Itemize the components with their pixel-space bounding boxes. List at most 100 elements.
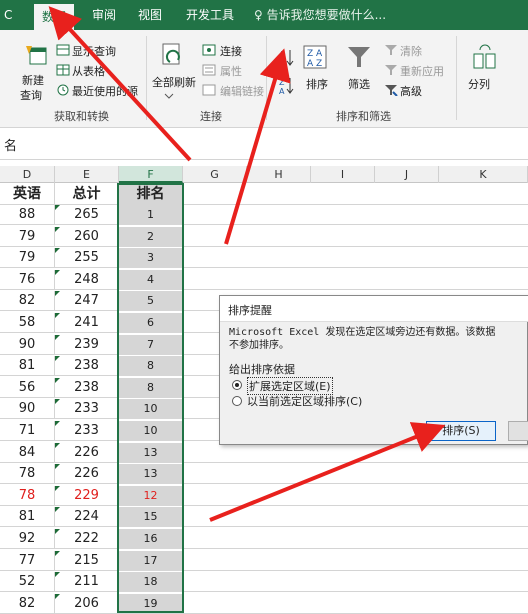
cell-english[interactable]: 78 <box>0 485 55 506</box>
column-header-e[interactable]: E <box>55 166 119 183</box>
edit-links-button[interactable]: 编辑链接 <box>220 83 264 99</box>
cell-rank[interactable]: 16 <box>119 529 183 549</box>
cell-rank[interactable]: 8 <box>119 356 183 377</box>
cell-rank[interactable]: 15 <box>119 507 183 528</box>
cell-rank[interactable]: 6 <box>119 313 183 333</box>
error-indicator-icon <box>55 572 60 578</box>
cell-rank[interactable]: 4 <box>119 269 183 290</box>
column-header-k[interactable]: K <box>439 166 528 183</box>
cell-rank[interactable]: 3 <box>119 248 183 269</box>
filter-button[interactable]: 筛选 <box>348 76 370 92</box>
cell-english[interactable]: 82 <box>0 593 55 614</box>
text-to-columns-button[interactable]: 分列 <box>468 76 490 92</box>
clear-button[interactable]: 清除 <box>400 43 422 59</box>
show-queries-button[interactable]: 显示查询 <box>72 43 116 59</box>
cell-rank[interactable]: 5 <box>119 291 183 312</box>
column-header-h[interactable]: H <box>247 166 311 183</box>
cell-english[interactable]: 56 <box>0 377 55 398</box>
refresh-all-button[interactable]: 全部刷新 <box>152 74 196 90</box>
cell-english[interactable]: 79 <box>0 248 55 269</box>
cancel-button[interactable] <box>508 421 528 441</box>
table-header-row: 英语 总计 排名 <box>0 183 528 205</box>
name-box[interactable]: 名 <box>4 135 17 154</box>
cell-total[interactable]: 222 <box>55 529 119 549</box>
column-header-f[interactable]: F <box>119 166 183 183</box>
sort-ascending-icon: AZ <box>279 50 294 68</box>
tab-partial[interactable]: C <box>0 0 16 30</box>
cell-english[interactable]: 81 <box>0 507 55 528</box>
cell-total[interactable]: 241 <box>55 313 119 333</box>
cell-rank[interactable]: 8 <box>119 377 183 398</box>
cell-total[interactable]: 233 <box>55 421 119 441</box>
cell-english[interactable]: 52 <box>0 572 55 593</box>
cell-english[interactable]: 76 <box>0 269 55 290</box>
header-total[interactable]: 总计 <box>55 183 119 205</box>
cell-total[interactable]: 226 <box>55 464 119 485</box>
cell-english[interactable]: 84 <box>0 442 55 463</box>
column-header-j[interactable]: J <box>375 166 439 183</box>
tab-view[interactable]: 视图 <box>130 0 170 30</box>
expand-selection-radio[interactable] <box>232 380 242 390</box>
cell-english[interactable]: 88 <box>0 205 55 225</box>
sort-confirm-button[interactable]: 排序(S) <box>426 421 496 441</box>
from-table-button[interactable]: 从表格 <box>72 63 105 79</box>
cell-total[interactable]: 233 <box>55 399 119 420</box>
cell-english[interactable]: 90 <box>0 334 55 355</box>
cell-total[interactable]: 224 <box>55 507 119 528</box>
cell-rank[interactable]: 17 <box>119 550 183 571</box>
sort-button[interactable]: 排序 <box>306 76 328 92</box>
cell-rank[interactable]: 10 <box>119 399 183 420</box>
header-rank[interactable]: 排名 <box>119 183 183 205</box>
cell-english[interactable]: 92 <box>0 529 55 549</box>
cell-english[interactable]: 81 <box>0 356 55 377</box>
header-english[interactable]: 英语 <box>0 183 55 205</box>
recent-sources-button[interactable]: 最近使用的源 <box>72 83 138 99</box>
cell-total[interactable]: 247 <box>55 291 119 312</box>
current-selection-label[interactable]: 以当前选定区域排序(C) <box>247 393 362 409</box>
cell-rank[interactable]: 13 <box>119 442 183 463</box>
cell-total[interactable]: 255 <box>55 248 119 269</box>
current-selection-radio[interactable] <box>232 396 242 406</box>
cell-rank[interactable]: 7 <box>119 334 183 355</box>
connections-button[interactable]: 连接 <box>220 43 242 59</box>
cell-rank[interactable]: 18 <box>119 572 183 593</box>
cell-total[interactable]: 206 <box>55 593 119 614</box>
new-query-button[interactable]: 新建 <box>22 72 44 88</box>
cell-total[interactable]: 215 <box>55 550 119 571</box>
column-header-d[interactable]: D <box>0 166 55 183</box>
cell-total[interactable]: 238 <box>55 356 119 377</box>
tell-me-search[interactable]: ♀ 告诉我您想要做什么... <box>254 0 386 30</box>
cell-english[interactable]: 90 <box>0 399 55 420</box>
cell-rank[interactable]: 19 <box>119 593 183 614</box>
cell-english[interactable]: 78 <box>0 464 55 485</box>
cell-total[interactable]: 239 <box>55 334 119 355</box>
cell-rank[interactable]: 1 <box>119 205 183 225</box>
tab-review[interactable]: 审阅 <box>84 0 124 30</box>
cell-total[interactable]: 226 <box>55 442 119 463</box>
cell-english[interactable]: 79 <box>0 226 55 247</box>
column-header-i[interactable]: I <box>311 166 375 183</box>
new-query-button-2[interactable]: 查询 <box>20 87 42 103</box>
column-header-g[interactable]: G <box>183 166 247 183</box>
cell-english[interactable]: 71 <box>0 421 55 441</box>
error-indicator-icon <box>55 205 60 210</box>
cell-rank[interactable]: 12 <box>119 485 183 506</box>
cell-english[interactable]: 58 <box>0 313 55 333</box>
cell-total[interactable]: 229 <box>55 485 119 506</box>
cell-rank[interactable]: 2 <box>119 226 183 247</box>
advanced-button[interactable]: 高级 <box>400 83 422 99</box>
cell-rank[interactable]: 10 <box>119 421 183 441</box>
tab-developer[interactable]: 开发工具 <box>178 0 242 30</box>
cell-total[interactable]: 265 <box>55 205 119 225</box>
reapply-button[interactable]: 重新应用 <box>400 63 444 79</box>
cell-english[interactable]: 82 <box>0 291 55 312</box>
cell-rank[interactable]: 13 <box>119 464 183 485</box>
cell-total[interactable]: 260 <box>55 226 119 247</box>
cell-total[interactable]: 248 <box>55 269 119 290</box>
cell-total[interactable]: 211 <box>55 572 119 593</box>
tab-data[interactable]: 数据 <box>34 4 75 30</box>
cell-total[interactable]: 238 <box>55 377 119 398</box>
cell-english[interactable]: 77 <box>0 550 55 571</box>
reapply-icon <box>385 65 397 75</box>
properties-button[interactable]: 属性 <box>220 63 242 79</box>
